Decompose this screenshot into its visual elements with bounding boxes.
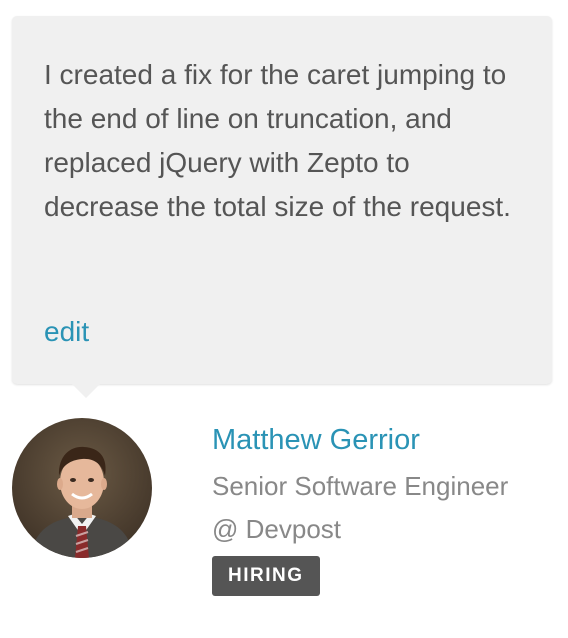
author-company: @ Devpost (212, 514, 341, 544)
hiring-badge: HIRING (212, 556, 320, 596)
bubble-pointer (72, 384, 100, 398)
edit-link[interactable]: edit (44, 310, 89, 354)
comment-bubble: I created a fix for the caret jumping to… (12, 16, 552, 384)
avatar[interactable] (12, 418, 152, 558)
author-name-link[interactable]: Matthew Gerrior (212, 420, 420, 460)
comment-text: I created a fix for the caret jumping to… (44, 59, 511, 222)
author-job-title: Senior Software Engineer (212, 471, 509, 501)
author-photo (12, 418, 152, 558)
